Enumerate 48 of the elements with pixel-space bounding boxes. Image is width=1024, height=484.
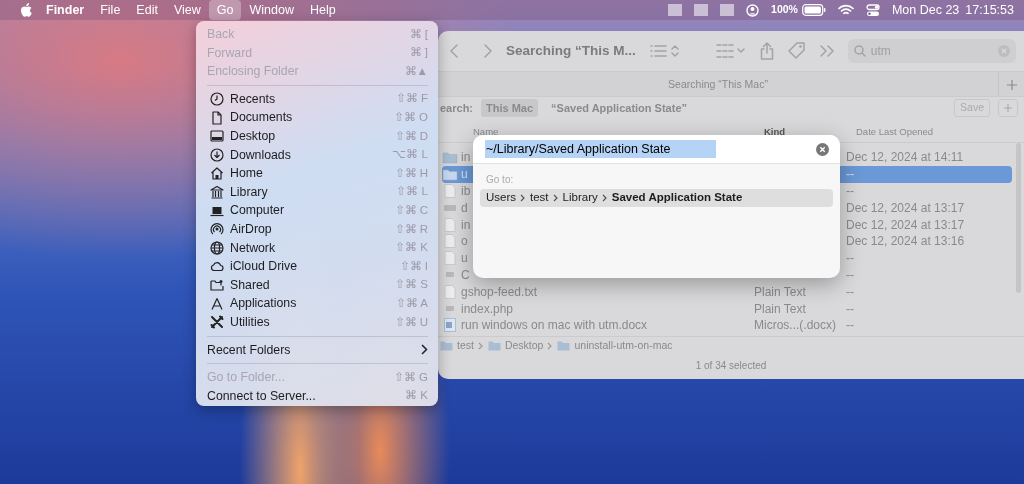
date-opened: -- [846, 268, 854, 282]
date-opened: -- [846, 284, 854, 299]
file-name: C [461, 267, 470, 284]
file-name: o [461, 233, 468, 251]
date-opened: -- [846, 318, 854, 333]
date-opened: Dec 12, 2024 at 13:16 [846, 234, 965, 249]
file-kind: Plain Text [754, 301, 806, 316]
file-kind: Plain Text [754, 284, 806, 299]
window-title: Searching “This M... [506, 41, 636, 60]
file-name: u [461, 166, 468, 184]
file-name: d [461, 199, 468, 217]
date-opened: Dec 12, 2024 at 13:17 [846, 200, 965, 215]
shortcut-text: ⇧⌘ R [394, 221, 428, 237]
file-kind: Micros...(.docx) [754, 318, 836, 333]
file-name: index.php [461, 300, 514, 318]
battery-percent: 100% [771, 2, 798, 18]
file-name: run windows on mac with utm.docx [461, 317, 648, 335]
shortcut-text: ⇧⌘ G [393, 369, 428, 385]
date-opened: Dec 12, 2024 at 14:11 [846, 150, 964, 165]
shortcut-text: ⇧⌘ H [394, 165, 428, 181]
file-name: ib [461, 183, 471, 200]
date-opened: -- [846, 184, 854, 198]
shortcut-text: ⇧⌘ S [395, 277, 428, 293]
shortcut-text: ⇧⌘ F [395, 91, 428, 107]
shortcut-text: ⌘ K [405, 388, 428, 404]
shortcut-text: ⌥⌘ L [392, 147, 428, 163]
shortcut-text: ⇧⌘ K [395, 240, 428, 256]
file-name: in [461, 216, 471, 234]
file-name: in [461, 149, 471, 167]
shortcut-text: ⇧⌘ D [394, 128, 428, 144]
date-opened: Dec 12, 2024 at 13:17 [846, 217, 965, 232]
file-name: u [461, 250, 468, 268]
shortcut-text: ⇧⌘ O [393, 110, 428, 126]
shortcut-text: ⌘▲ [404, 63, 428, 79]
shortcut-text: ⇧⌘ A [395, 296, 428, 311]
shortcut-text: ⌘ ] [409, 45, 428, 61]
shortcut-text: ⇧⌘ C [394, 203, 428, 218]
go-to-label: Go to: [485, 173, 515, 187]
shortcut-text: ⌘ [ [409, 26, 428, 42]
shortcut-text: ⇧⌘ I [399, 258, 428, 274]
date-opened: -- [846, 301, 854, 316]
date-opened: -- [846, 167, 854, 182]
search-scope-label: earch: [440, 100, 474, 116]
shortcut-text: ⇧⌘ U [394, 314, 428, 330]
file-name: gshop-feed.txt [461, 283, 538, 301]
shortcut-text: ⇧⌘ L [396, 184, 428, 200]
date-opened: -- [846, 251, 854, 266]
status-text: 1 of 34 selected [694, 359, 768, 373]
